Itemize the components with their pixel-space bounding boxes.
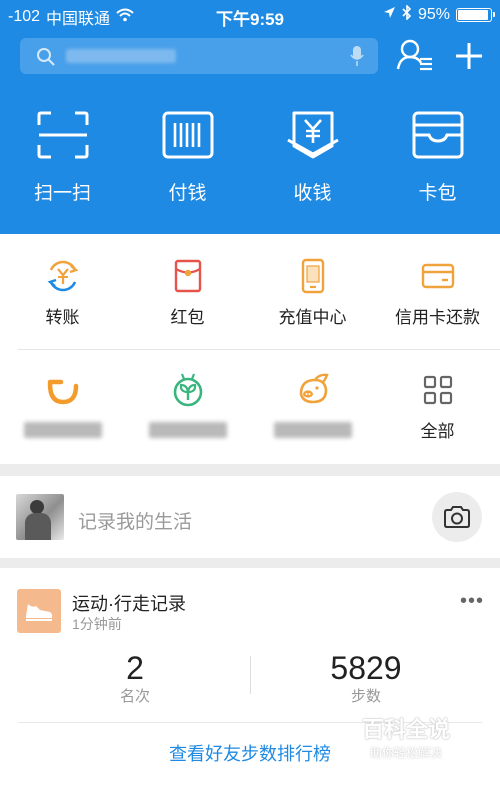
credit-card-repay-label: 信用卡还款: [395, 308, 480, 327]
phone-topup-icon: [301, 258, 324, 294]
contacts-icon: [396, 39, 432, 71]
watermark-title: 百科全说: [362, 717, 451, 742]
steps-stat[interactable]: 5829 步数: [266, 650, 466, 706]
life-post-input[interactable]: 记录我的生活: [78, 507, 192, 534]
contacts-button[interactable]: [396, 37, 436, 75]
avatar-body: [25, 513, 51, 540]
search-placeholder: [66, 49, 176, 63]
scan-icon: [37, 111, 88, 159]
stats-divider: [250, 656, 251, 694]
search-icon: [36, 47, 56, 72]
steps-value: 5829: [330, 650, 402, 686]
topup-center-label: 充值中心: [278, 308, 347, 327]
card-wallet-icon: [412, 111, 463, 159]
life-post-card[interactable]: 记录我的生活: [0, 476, 500, 558]
pig-label-blurred: [273, 422, 352, 438]
location-arrow-icon: [383, 6, 396, 24]
card-wallet-button[interactable]: 卡包: [375, 110, 500, 220]
pig-button[interactable]: [250, 372, 375, 442]
services-row-1: 转账 红包 充值中心 信用卡还款: [0, 258, 500, 328]
services-row-2: 全部: [0, 372, 500, 442]
didi-label-blurred: [23, 422, 102, 438]
credit-card-icon: [421, 263, 454, 289]
search-input[interactable]: [20, 38, 378, 74]
status-bar: -102 中国联通 下午9:59 95%: [0, 0, 500, 30]
plus-icon: [456, 43, 482, 69]
microphone-icon[interactable]: [350, 45, 364, 72]
didi-button[interactable]: [0, 372, 125, 442]
transfer-icon: [47, 260, 78, 292]
avatar-head: [30, 500, 44, 514]
red-packet-label: 红包: [170, 308, 205, 327]
rank-caption: 名次: [119, 688, 150, 705]
camera-button[interactable]: [432, 492, 482, 542]
barcode-icon: [162, 111, 213, 159]
pay-button[interactable]: 付钱: [125, 110, 250, 220]
transfer-label: 转账: [45, 308, 80, 327]
scan-button[interactable]: 扫一扫: [0, 110, 125, 220]
red-packet-button[interactable]: 红包: [125, 258, 250, 328]
battery-percent: 95%: [417, 6, 450, 23]
header: -102 中国联通 下午9:59 95% 扫一扫 付钱 收钱 卡包: [0, 0, 500, 234]
yuan-receive-icon: [286, 111, 339, 159]
camera-icon: [444, 506, 470, 528]
primary-actions: 扫一扫 付钱 收钱 卡包: [0, 110, 500, 220]
sport-time: 1分钟前: [72, 616, 122, 632]
scan-label: 扫一扫: [33, 183, 91, 204]
status-right: 95%: [383, 4, 495, 25]
didi-icon: [47, 379, 78, 405]
card-wallet-label: 卡包: [418, 183, 457, 204]
services-divider: [18, 349, 500, 350]
add-button[interactable]: [450, 37, 488, 75]
pay-label: 付钱: [168, 183, 207, 204]
watermark-subtitle: 助你轻松解决: [370, 746, 443, 760]
steps-caption: 步数: [350, 688, 381, 705]
topup-center-button[interactable]: 充值中心: [250, 258, 375, 328]
watermark: 百科全说 助你轻松解决: [362, 712, 492, 761]
pig-icon: [299, 373, 329, 404]
red-packet-icon: [174, 259, 201, 293]
bluetooth-icon: [402, 4, 412, 25]
battery-level: [458, 10, 489, 20]
sprout-icon: [173, 373, 202, 407]
receive-label: 收钱: [293, 183, 332, 204]
avatar[interactable]: [16, 494, 64, 540]
rank-value: 2: [126, 650, 144, 686]
rank-stat[interactable]: 2 名次: [35, 650, 235, 706]
more-options-icon[interactable]: •••: [460, 590, 484, 613]
sprout-label-blurred: [148, 422, 227, 438]
grid-icon: [423, 375, 452, 405]
all-services-button[interactable]: 全部: [375, 372, 500, 442]
services-grid: 转账 红包 充值中心 信用卡还款 全部: [0, 234, 500, 464]
receive-button[interactable]: 收钱: [250, 110, 375, 220]
credit-card-repay-button[interactable]: 信用卡还款: [375, 258, 500, 328]
transfer-button[interactable]: 转账: [0, 258, 125, 328]
battery-icon: [456, 8, 495, 22]
sprout-button[interactable]: [125, 372, 250, 442]
sport-title: 运动·行走记录: [72, 594, 186, 614]
shoe-icon: [17, 589, 61, 633]
all-services-label: 全部: [420, 422, 455, 441]
